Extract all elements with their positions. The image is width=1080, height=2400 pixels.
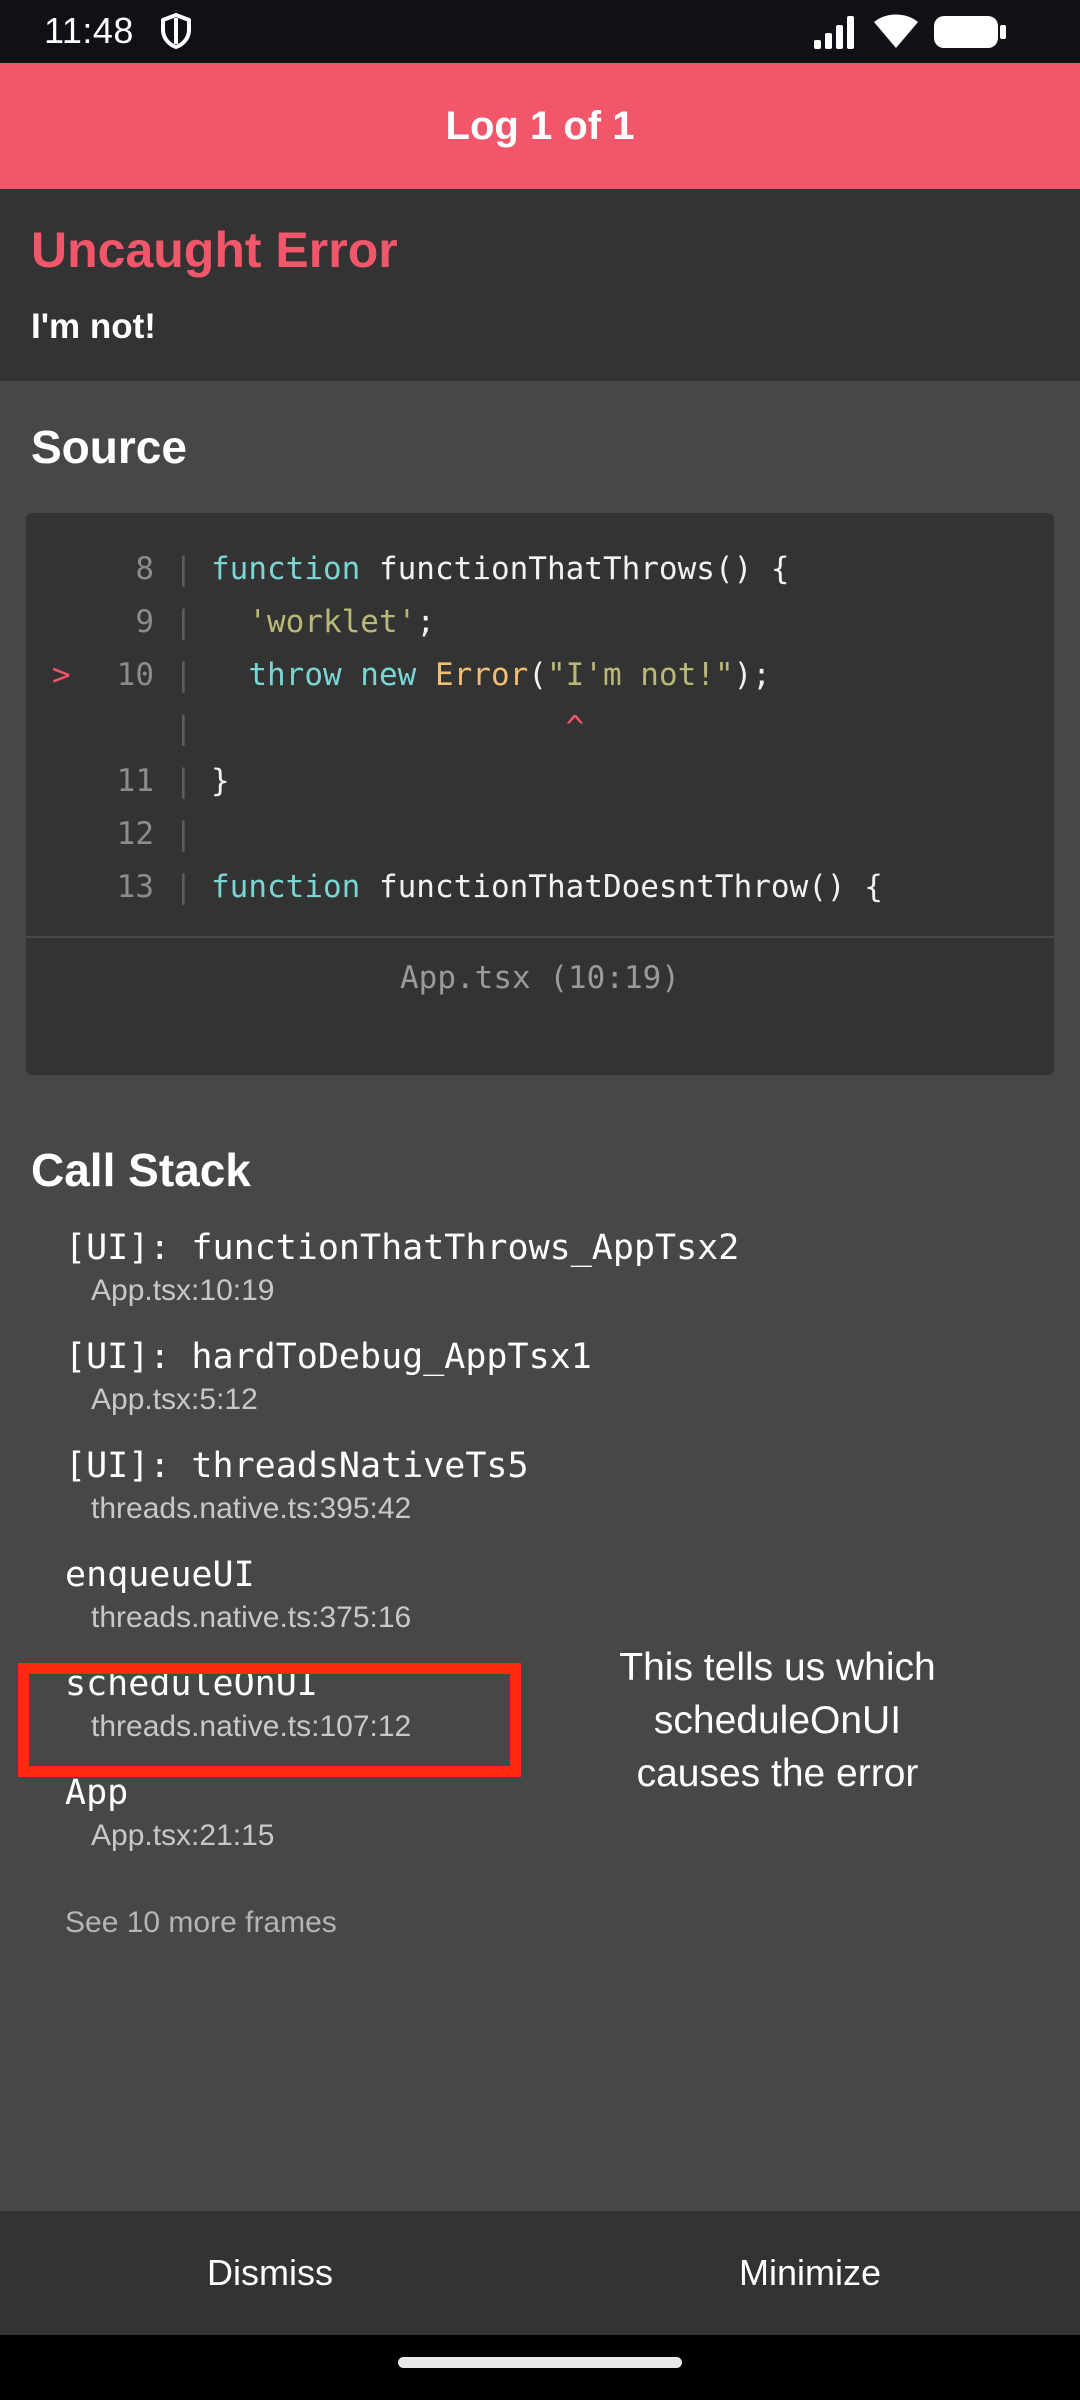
code-line-text: ^ [211, 702, 585, 755]
code-gutter-separator: | [174, 816, 193, 852]
status-bar: 11:48 [0, 0, 1080, 63]
code-line-text: } [211, 755, 230, 808]
code-line-number: 8 [135, 551, 154, 587]
code-line: 13 | function functionThatDoesntThrow() { [26, 861, 1054, 914]
code-gutter-separator: | [174, 710, 193, 746]
code-token: 'worklet' [248, 604, 417, 640]
code-line: >10 | throw new Error("I'm not!"); [26, 649, 1054, 702]
code-line-text: function functionThatThrows() { [211, 543, 790, 596]
annotation-line: This tells us which [619, 1646, 936, 1689]
highlight-box [18, 1663, 521, 1777]
status-time: 11:48 [44, 10, 134, 51]
code-token: functionThatThrows() { [360, 551, 790, 587]
code-line-marker: > [52, 657, 71, 693]
code-gutter-separator: | [174, 657, 193, 693]
code-line-number: 12 [116, 816, 154, 852]
code-location[interactable]: App.tsx (10:19) [0, 960, 1080, 996]
code-line: 8 | function functionThatThrows() { [26, 543, 1054, 596]
code-line-text: throw new Error("I'm not!"); [211, 649, 771, 702]
code-line-number: 9 [135, 604, 154, 640]
code-line: 9 | 'worklet'; [26, 596, 1054, 649]
code-line: 12 | [26, 808, 1054, 861]
code-token: functionThatDoesntThrow() { [360, 869, 883, 905]
code-token: "I'm not!" [546, 657, 734, 693]
code-lines: 8 | function functionThatThrows() { 9 | 'wor… [26, 543, 1054, 914]
stack-frame-name: [UI]: threadsNativeTs5 [65, 1446, 529, 1486]
stack-frame-location: App.tsx:10:19 [91, 1274, 275, 1307]
home-indicator[interactable] [398, 2357, 682, 2368]
minimize-button[interactable]: Minimize [540, 2211, 1080, 2335]
code-line: 11 |} [26, 755, 1054, 808]
code-gutter-separator: | [174, 869, 193, 905]
stack-frame[interactable]: [UI]: hardToDebug_AppTsx1 App.tsx:5:12 [65, 1334, 592, 1420]
stack-frame-location: App.tsx:5:12 [91, 1383, 258, 1416]
code-token: } [211, 763, 230, 799]
stack-frame[interactable]: App App.tsx:21:15 [65, 1770, 274, 1856]
code-token: Error [434, 657, 529, 693]
annotation-text: This tells us which scheduleOnUI causes … [560, 1641, 995, 1800]
error-section: Uncaught Error I'm not! [0, 189, 1080, 381]
stack-frame-location: App.tsx:21:15 [91, 1819, 275, 1852]
stack-frame-location: threads.native.ts:375:16 [91, 1601, 412, 1634]
signal-icon [814, 16, 854, 49]
code-token: ( [528, 657, 547, 693]
code-divider [26, 936, 1054, 938]
code-token: ; [416, 604, 435, 640]
code-line-number: 13 [116, 869, 154, 905]
stack-frame-location: threads.native.ts:395:42 [91, 1492, 412, 1525]
source-heading: Source [31, 421, 187, 473]
code-token: function [211, 869, 361, 905]
code-token: ); [733, 657, 771, 693]
stack-frame-name: [UI]: hardToDebug_AppTsx1 [65, 1337, 592, 1377]
code-token: function [211, 551, 361, 587]
stack-frame-name: enqueueUI [65, 1555, 255, 1595]
code-line-text: function functionThatDoesntThrow() { [211, 861, 883, 914]
shield-icon [161, 13, 191, 49]
stack-frame[interactable]: [UI]: functionThatThrows_AppTsx2 App.tsx:… [65, 1225, 739, 1311]
log-counter-title: Log 1 of 1 [445, 103, 635, 148]
code-token: ^ [211, 710, 585, 746]
stack-frame[interactable]: enqueueUI threads.native.ts:375:16 [65, 1552, 411, 1638]
stack-frame[interactable]: [UI]: threadsNativeTs5 threads.native.ts:… [65, 1443, 529, 1529]
code-gutter-separator: | [174, 763, 193, 799]
log-header: Log 1 of 1 [0, 63, 1080, 189]
battery-icon [934, 16, 1006, 48]
dismiss-button[interactable]: Dismiss [0, 2211, 540, 2335]
code-line-number: 10 [116, 657, 154, 693]
error-message: I'm not! [31, 307, 156, 346]
code-gutter-separator: | [174, 604, 193, 640]
code-token: throw new [248, 657, 435, 693]
code-line-number: 11 [116, 763, 154, 799]
see-more-frames-button[interactable]: See 10 more frames [65, 1906, 337, 1940]
code-gutter-separator: | [174, 551, 193, 587]
stack-frame-name: [UI]: functionThatThrows_AppTsx2 [65, 1228, 740, 1268]
error-title: Uncaught Error [31, 222, 398, 278]
code-line-text: 'worklet'; [211, 596, 435, 649]
code-line: | ^ [26, 702, 1054, 755]
bottom-bar: Dismiss Minimize [0, 2211, 1080, 2335]
annotation-line: scheduleOnUI [653, 1699, 902, 1742]
annotation-line: causes the error [636, 1752, 919, 1795]
log-box-screen: 11:48 Log 1 of 1 Uncaught Error I'm not!… [0, 0, 1080, 2400]
call-stack-heading: Call Stack [31, 1144, 251, 1196]
wifi-icon [874, 14, 918, 48]
